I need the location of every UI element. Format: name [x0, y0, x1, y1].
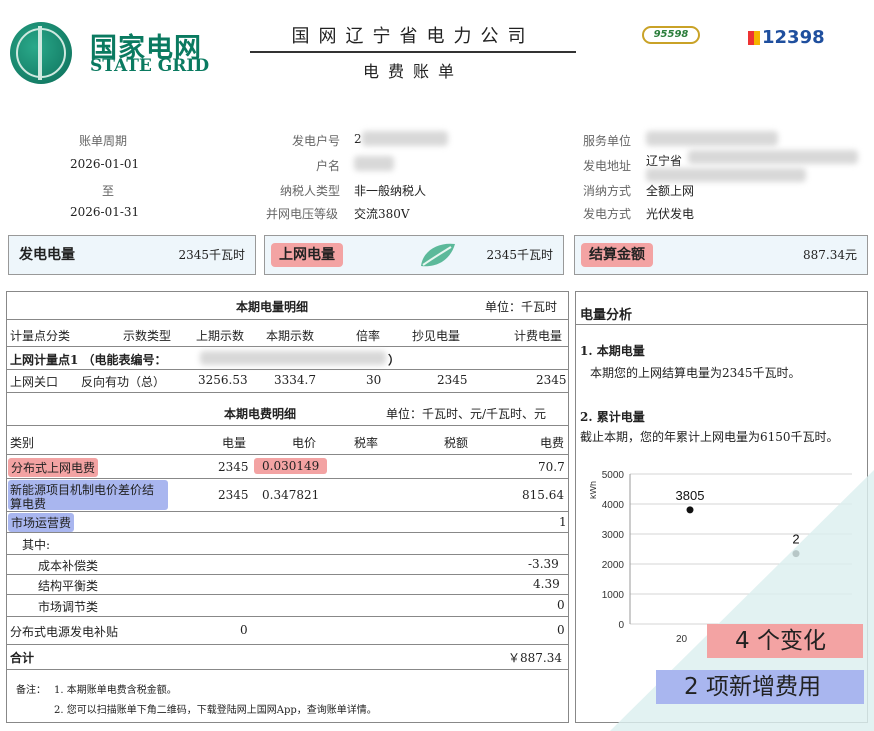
new-fees-tag: 2 项新增费用	[656, 670, 864, 704]
changes-tag: 4 个变化	[707, 624, 863, 658]
overlay-shape	[610, 470, 874, 731]
